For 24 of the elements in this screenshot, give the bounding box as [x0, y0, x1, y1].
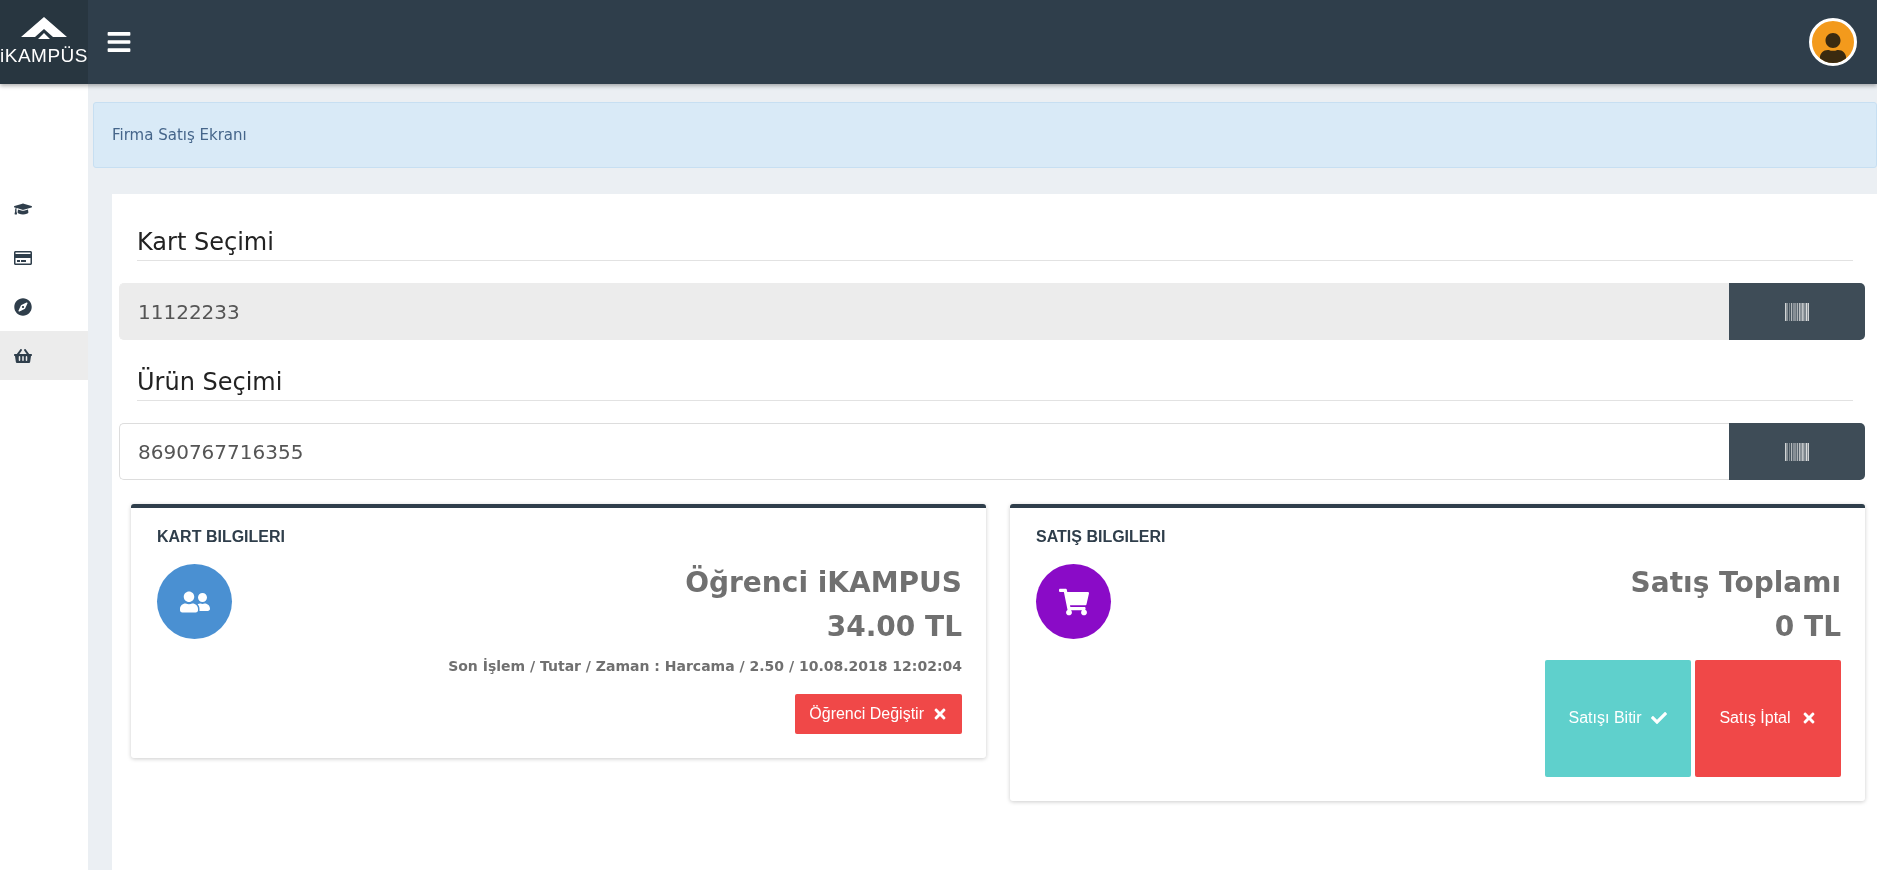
balance: 34.00 TL — [826, 608, 962, 645]
last-transaction: Son İşlem / Tutar / Zaman : Harcama / 2.50 / 10.08.2018 12:02:04 — [448, 657, 962, 674]
change-student-button[interactable]: Öğrenci Değiştir — [795, 693, 962, 734]
panel-title: SATIŞ BILGILERI — [1036, 527, 1167, 547]
total-label: Satış Toplamı — [1630, 565, 1841, 601]
section-title: Ürün Seçimi — [137, 368, 1853, 401]
user-avatar[interactable] — [1809, 18, 1857, 66]
finish-sale-button[interactable]: Satışı Bitir — [1545, 659, 1691, 777]
input-field[interactable]: 8690767716355 — [119, 423, 1729, 480]
logo-text: iKAMPÜS — [0, 45, 88, 67]
compass-icon — [14, 297, 32, 316]
page-title: Firma Satış Ekranı — [112, 126, 247, 144]
total-amount: 0 TL — [1774, 608, 1841, 645]
check-icon — [1651, 710, 1668, 727]
basket-icon — [14, 346, 32, 365]
barcode-button[interactable] — [1729, 423, 1865, 480]
student-name: Öğrenci iKAMPUS — [685, 564, 962, 601]
section-title: Kart Seçimi — [137, 228, 1853, 261]
barcode-button[interactable] — [1729, 283, 1865, 340]
cancel-sale-button[interactable]: Satış İptal — [1695, 659, 1841, 777]
panel-title: KART BILGILERI — [157, 527, 286, 547]
card-icon — [14, 248, 32, 267]
sidebar-item[interactable] — [0, 331, 88, 380]
menu-icon — [106, 29, 132, 55]
